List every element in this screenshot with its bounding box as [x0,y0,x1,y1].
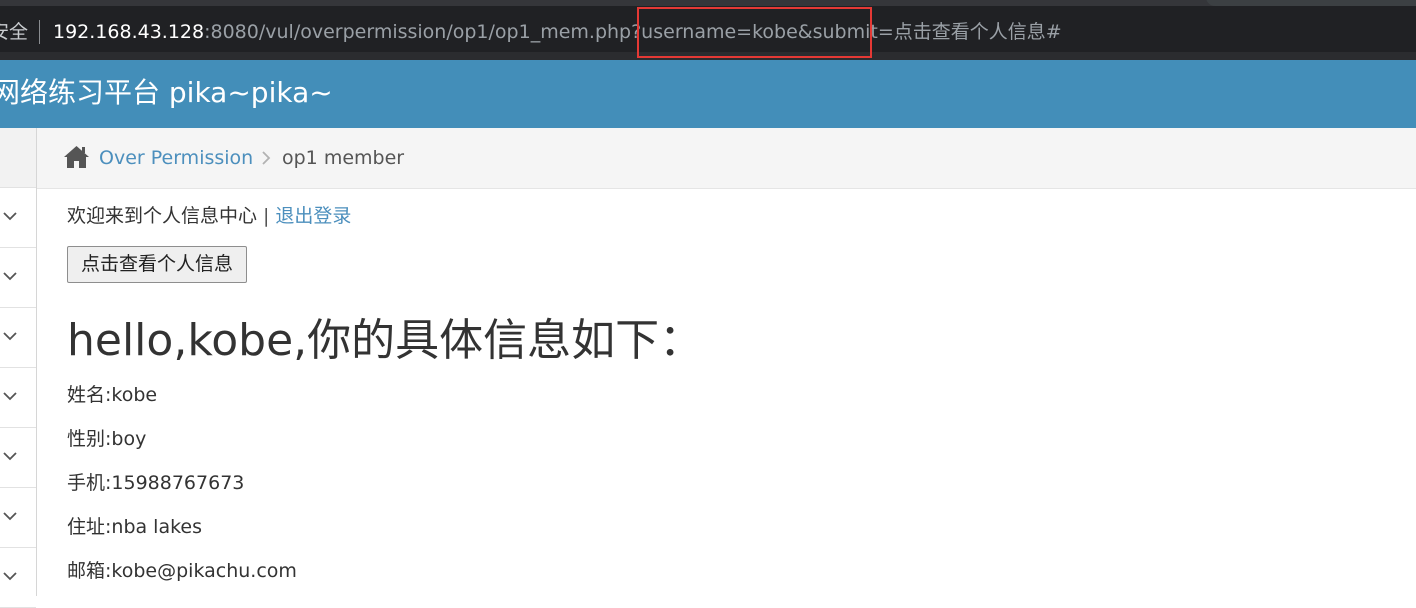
url-host: 192.168.43.128 [53,21,205,43]
browser-address-bar: 安全 192.168.43.128:8080/vul/overpermissio… [0,0,1416,60]
chevron-down-icon [3,452,17,461]
info-heading: hello,kobe,你的具体信息如下： [67,315,704,366]
field-name: 姓名:kobe [67,384,158,406]
field-address: 住址:nba lakes [67,516,203,538]
logout-link[interactable]: 退出登录 [275,205,351,227]
chevron-down-icon [3,392,17,401]
welcome-text: 欢迎来到个人信息中心 [67,205,258,227]
sidebar-item[interactable] [0,488,36,548]
url-param-highlight-box [637,7,872,58]
breadcrumb: Over Permission op1 member [37,128,1416,189]
field-phone: 手机:15988767673 [67,472,245,494]
home-icon[interactable] [63,145,90,169]
security-label[interactable]: 安全 [0,19,28,45]
sidebar-shortcuts [0,128,36,188]
sidebar-item[interactable] [0,188,36,248]
sidebar-item[interactable] [0,308,36,368]
sidebar [0,128,37,608]
chevron-right-icon [262,151,271,165]
welcome-separator: | [263,205,270,227]
site-header: 网络练习平台 pika~pika~ [0,60,1416,128]
field-email: 邮箱:kobe@pikachu.com [67,560,297,582]
sidebar-item[interactable] [0,548,36,608]
field-sex: 性别:boy [67,428,147,450]
site-brand-title[interactable]: 网络练习平台 pika~pika~ [0,75,333,111]
tab-strip-pill [1206,0,1416,6]
chevron-down-icon [3,332,17,341]
view-info-button[interactable]: 点击查看个人信息 [67,246,247,283]
breadcrumb-link[interactable]: Over Permission [99,145,253,171]
main-content: 欢迎来到个人信息中心 | 退出登录 点击查看个人信息 hello,kobe,你的具体… [37,189,1416,596]
sidebar-item[interactable] [0,368,36,428]
breadcrumb-current: op1 member [282,147,405,169]
sidebar-item[interactable] [0,428,36,488]
url-path: :8080/vul/overpermission/op1/op1_mem.php… [204,21,1062,43]
address-separator [39,20,40,44]
chevron-down-icon [3,212,17,221]
welcome-line: 欢迎来到个人信息中心 | 退出登录 [67,203,351,229]
chevron-down-icon [3,272,17,281]
chevron-down-icon [3,512,17,521]
url-field[interactable]: 192.168.43.128:8080/vul/overpermission/o… [53,19,1062,45]
tab-strip-edge [0,0,1416,6]
chevron-down-icon [3,572,17,581]
sidebar-item[interactable] [0,248,36,308]
